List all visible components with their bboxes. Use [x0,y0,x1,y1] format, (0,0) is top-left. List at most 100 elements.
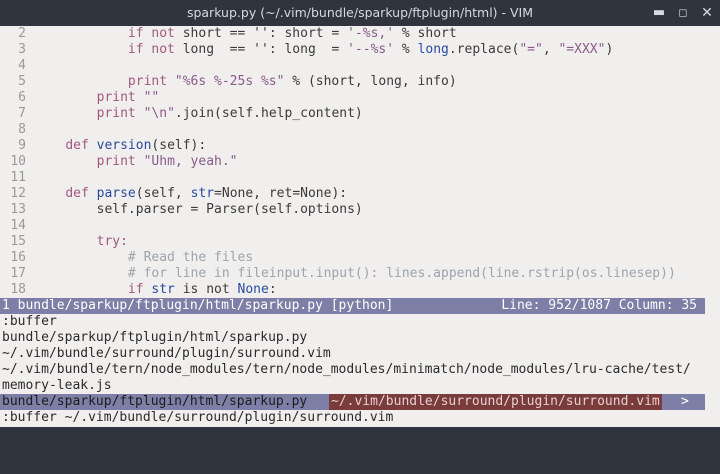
line-number: 8 [18,122,26,137]
line-number: 18 [10,282,26,297]
code-line[interactable]: 13 self.parser = Parser(self.options) [0,202,720,218]
line-number: 12 [10,186,26,201]
code-token: '' [253,42,269,57]
code-token: : long = [268,42,348,57]
code-token: str [151,282,175,297]
code-token: print [96,90,144,105]
code-token: parse [96,186,136,201]
code-token: =None, ret=None): [214,186,348,201]
command-output-line: memory-leak.js [2,378,112,393]
code-token: '' [253,26,269,41]
code-line[interactable]: 9 def version(self): [0,138,720,154]
code-token: '-%s,' [347,26,395,41]
code-line[interactable]: 18 if str is not None: [0,282,720,298]
code-line[interactable]: 8 [0,122,720,138]
code-token: def [65,186,97,201]
code-token: , [542,42,559,57]
line-number: 5 [18,74,26,89]
code-token: : [268,282,277,297]
wildmenu-item[interactable]: bundle/sparkup/ftplugin/html/sparkup.py [2,394,307,410]
line-number: 4 [18,58,26,73]
code-token: short == [182,26,254,41]
code-token: "=" [519,42,543,57]
code-token: (self): [151,138,207,153]
code-line[interactable]: 15 try: [0,234,720,250]
code-line[interactable]: 12 def parse(self, str=None, ret=None): [0,186,720,202]
code-token: "=XXX" [558,42,606,57]
status-cursor-position: Line: 952/1087 Column: 35 [501,298,697,313]
code-line[interactable]: 10 print "Uhm, yeah." [0,154,720,170]
code-token: try: [96,234,128,249]
code-line[interactable]: 3 if not long == '': long = '--%s' % lon… [0,42,720,58]
command-output-line: bundle/sparkup/ftplugin/html/sparkup.py [2,330,308,345]
line-number: 14 [10,218,26,233]
line-number: 11 [10,170,26,185]
code-line[interactable]: 6 print "" [0,90,720,106]
window-title: sparkup.py (~/.vim/bundle/sparkup/ftplug… [186,5,534,20]
minimize-icon[interactable]: ▬ [648,0,670,26]
code-line[interactable]: 7 print "\n".join(self.help_content) [0,106,720,122]
line-number: 6 [18,90,26,105]
command-line[interactable]: :buffer ~/.vim/bundle/surround/plugin/su… [2,410,393,426]
code-line[interactable]: 16 # Read the files [0,250,720,266]
line-number: 17 [10,266,26,281]
wildmenu-item-selected[interactable]: ~/.vim/bundle/surround/plugin/surround.v… [329,394,662,410]
code-line[interactable]: 4 [0,58,720,74]
code-token: .replace( [448,42,520,57]
code-token: None [237,282,269,297]
line-number: 15 [10,234,26,249]
title-bar[interactable]: sparkup.py (~/.vim/bundle/sparkup/ftplug… [0,0,720,26]
line-number: 16 [10,250,26,265]
code-line[interactable]: 17 # for line in fileinput.input(): line… [0,266,720,282]
code-token: "%6s %-25s %s" [174,74,285,89]
code-token: (self, [135,186,191,201]
line-number: 13 [10,202,26,217]
command-output-line: ~/.vim/bundle/tern/node_modules/tern/nod… [2,362,691,377]
line-number: 9 [18,138,26,153]
code-token: long == [182,42,254,57]
code-token: print [96,154,144,169]
editor-buffer[interactable]: 2 if not short == '': short = '-%s,' % s… [0,26,720,298]
code-token: if [127,282,152,297]
status-file-info: 1 bundle/sparkup/ftplugin/html/sparkup.p… [2,298,394,313]
wildmenu-more-indicator: > [681,394,689,409]
code-token: '--%s' [347,42,395,57]
close-icon[interactable]: ✕ [696,0,718,26]
command-output: :buffer bundle/sparkup/ftplugin/html/spa… [0,314,720,394]
code-line[interactable]: 2 if not short == '': short = '-%s,' % s… [0,26,720,42]
maximize-icon[interactable]: ◻ [672,0,694,26]
status-line: 1 bundle/sparkup/ftplugin/html/sparkup.p… [0,298,705,314]
code-token: % short [394,26,457,41]
code-token: # Read the files [127,250,254,265]
line-number: 3 [18,42,26,57]
code-token: ) [605,42,614,57]
code-token: print [96,106,144,121]
command-output-line: :buffer [2,314,57,329]
code-line[interactable]: 11 [0,170,720,186]
line-number: 7 [18,106,26,121]
code-token: % (short, long, info) [284,74,457,89]
code-token: is not [174,282,238,297]
vim-window: sparkup.py (~/.vim/bundle/sparkup/ftplug… [0,0,720,427]
code-line[interactable]: 14 [0,218,720,234]
code-token: .join(self.help_content) [174,106,363,121]
code-token: if not [127,26,183,41]
code-token: # for line in fileinput.input(): lines.a… [127,266,676,281]
code-token: "" [143,90,160,105]
line-number: 10 [10,154,26,169]
code-token: "\n" [143,106,175,121]
code-line[interactable]: 5 print "%6s %-25s %s" % (short, long, i… [0,74,720,90]
code-token: if not [127,42,183,57]
code-token: % [394,42,418,57]
code-token: version [96,138,152,153]
